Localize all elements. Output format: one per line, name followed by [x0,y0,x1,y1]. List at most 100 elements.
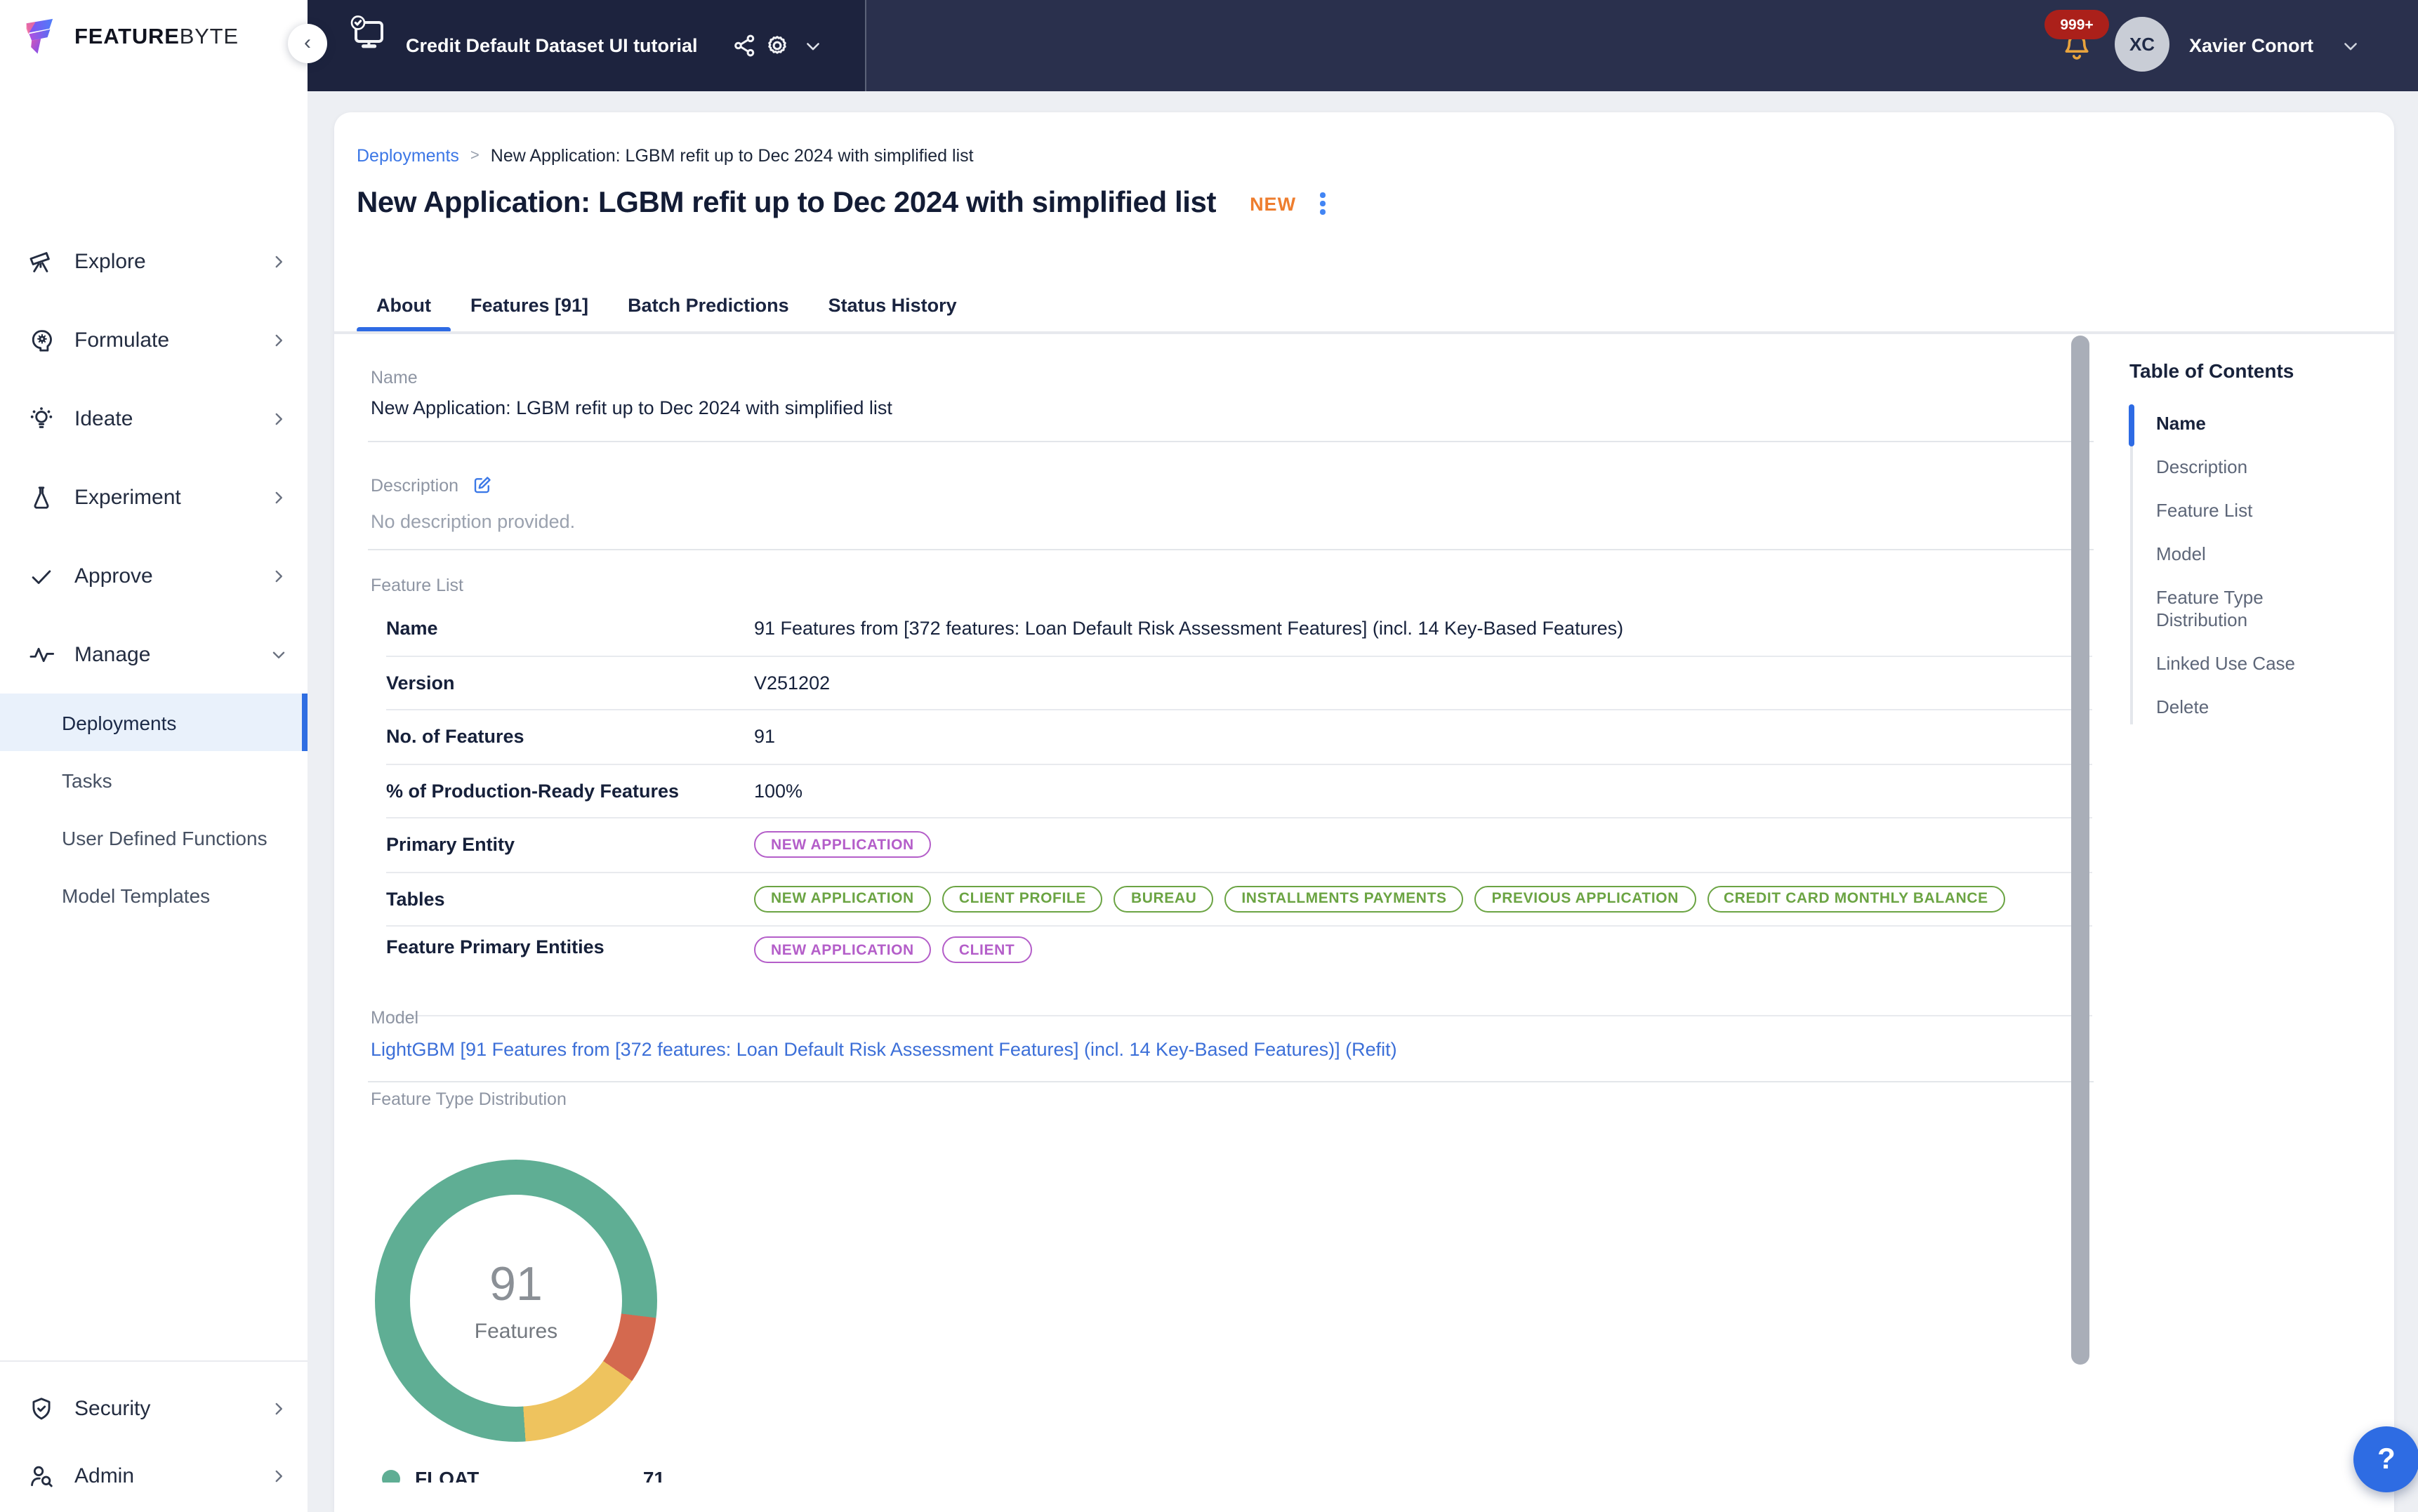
edit-description-icon[interactable] [471,475,492,496]
tab-status-history[interactable]: Status History [809,278,977,332]
entity-badge[interactable]: CREDIT CARD MONTHLY BALANCE [1707,885,2005,913]
logo[interactable]: FEATUREBYTE [22,17,239,59]
user-menu-chevron-down-icon[interactable] [2341,37,2360,56]
tab-batch-predictions[interactable]: Batch Predictions [608,278,809,332]
donut-chart: 91 Features [375,1160,657,1442]
badge-group: NEW APPLICATION [754,831,931,858]
page-title: New Application: LGBM refit up to Dec 20… [357,187,1217,219]
entity-badge[interactable]: INSTALLMENTS PAYMENTS [1224,885,1464,913]
notification-count-badge[interactable]: 999+ [2044,10,2109,39]
sidebar-item-security[interactable]: Security [0,1380,308,1436]
chevron-right-icon [270,331,288,349]
section-divider [367,1081,2093,1082]
row-label: Tables [386,888,445,910]
sidebar-bottom-nav: Security Admin [0,1360,308,1504]
breadcrumb: Deployments > New Application: LGBM refi… [357,146,974,166]
toc-track [2129,406,2132,724]
content-card: Deployments > New Application: LGBM refi… [333,112,2394,1512]
entity-badge[interactable]: CLIENT [942,936,1032,963]
table-row: Primary Entity NEW APPLICATION [386,818,2092,873]
check-icon [28,562,55,589]
sidebar-item-manage[interactable]: Manage [0,615,308,694]
shield-check-icon [28,1395,55,1421]
entity-badge[interactable]: CLIENT PROFILE [942,885,1103,913]
tabs: About Features [91] Batch Predictions Statu… [357,278,977,332]
sidebar-nav: Explore Formulate Ideate Experiment Approve M… [0,222,308,694]
table-row: No. of Features 91 [386,710,2092,764]
topbar: Credit Default Dataset UI tutorial 999+ … [308,0,2418,91]
sidebar-subnav: Deployments Tasks User Defined Functions Mo… [0,694,308,924]
sidebar-item-experiment[interactable]: Experiment [0,458,308,536]
app-root: FEATUREBYTE Explore Formulate Ideate Experi… [0,0,2418,1512]
vertical-scrollbar-thumb[interactable] [2071,336,2089,1365]
toc-item-description[interactable]: Description [2156,445,2325,489]
help-button[interactable]: ? [2353,1426,2418,1492]
chevron-right-icon [270,252,288,270]
kebab-menu-icon[interactable] [1313,190,1333,218]
lightbulb-icon [28,405,55,432]
status-badge: NEW [1250,193,1297,214]
feature-list-table: Name 91 Features from [372 features: Loan… [386,602,2092,1016]
row-label: Primary Entity [386,834,515,856]
sidebar-item-formulate[interactable]: Formulate [0,300,308,379]
description-section-label: Description [371,475,492,496]
sidebar-item-admin[interactable]: Admin [0,1447,308,1504]
legend-dot-icon [381,1469,399,1483]
sidebar-item-ideate[interactable]: Ideate [0,379,308,458]
toc-item-delete[interactable]: Delete [2156,685,2325,729]
entity-badge[interactable]: NEW APPLICATION [754,831,931,858]
entity-badge[interactable]: NEW APPLICATION [754,936,931,963]
name-section-label: Name [371,368,418,387]
feature-type-distribution-label: Feature Type Distribution [371,1089,567,1109]
row-value: 91 [754,726,776,748]
toc-item-linked-use-case[interactable]: Linked Use Case [2156,642,2325,685]
legend-label: FLOAT [415,1467,480,1483]
entity-badge[interactable]: NEW APPLICATION [754,885,931,913]
chevron-right-icon [270,488,288,506]
sidebar-collapse-button[interactable]: ‹ [288,24,327,63]
breadcrumb-separator: > [470,147,480,164]
entity-badge[interactable]: PREVIOUS APPLICATION [1474,885,1696,913]
toc-active-indicator [2128,404,2134,446]
table-of-contents: Table of Contents Name Description Feature… [2128,359,2379,729]
user-magnifier-icon [28,1462,55,1489]
description-section-value: No description provided. [371,511,576,532]
chevron-right-icon [270,409,288,427]
name-section-value: New Application: LGBM refit up to Dec 20… [371,397,892,418]
chevron-down-icon [270,645,288,663]
badge-group: NEW APPLICATION CLIENT [754,936,1032,963]
feature-list-name-link[interactable]: 91 Features from [372 features: Loan Def… [754,618,1623,639]
sidebar-item-explore[interactable]: Explore [0,222,308,300]
user-cluster: 999+ XC Xavier Conort [308,0,2418,91]
brand-name: FEATUREBYTE [74,25,239,49]
sidebar-item-label: Explore [74,249,146,273]
legend-value: 71 [642,1467,665,1483]
model-link[interactable]: LightGBM [91 Features from [372 features… [371,1039,1397,1060]
entity-badge[interactable]: BUREAU [1114,885,1214,913]
sidebar-item-label: Experiment [74,485,181,509]
row-label: Feature Primary Entities [386,936,604,957]
sidebar-subitem-model-templates[interactable]: Model Templates [0,866,308,924]
chevron-right-icon [270,1466,288,1485]
sidebar: FEATUREBYTE Explore Formulate Ideate Experi… [0,0,308,1512]
toc-item-model[interactable]: Model [2156,532,2325,576]
sidebar-subitem-user-defined-functions[interactable]: User Defined Functions [0,809,308,866]
sidebar-item-label: Formulate [74,328,170,352]
breadcrumb-deployments-link[interactable]: Deployments [357,146,459,166]
tab-about[interactable]: About [357,278,451,332]
toc-item-name[interactable]: Name [2156,402,2325,445]
row-label: % of Production-Ready Features [386,780,680,802]
sidebar-subitem-deployments[interactable]: Deployments [0,694,308,751]
sidebar-subitem-tasks[interactable]: Tasks [0,751,308,809]
donut-center-caption: Features [474,1320,558,1344]
row-value: V251202 [754,672,831,694]
tab-features-91-[interactable]: Features [91] [451,278,608,332]
toc-item-feature-list[interactable]: Feature List [2156,489,2325,532]
breadcrumb-current: New Application: LGBM refit up to Dec 20… [490,146,974,166]
user-name[interactable]: Xavier Conort [2189,0,2313,91]
table-row: Feature Primary Entities NEW APPLICATION C… [386,927,2092,1016]
sidebar-item-label: Admin [74,1464,135,1487]
avatar[interactable]: XC [2115,17,2169,72]
sidebar-item-approve[interactable]: Approve [0,536,308,615]
toc-item-feature-type-distribution[interactable]: Feature Type Distribution [2156,576,2325,642]
